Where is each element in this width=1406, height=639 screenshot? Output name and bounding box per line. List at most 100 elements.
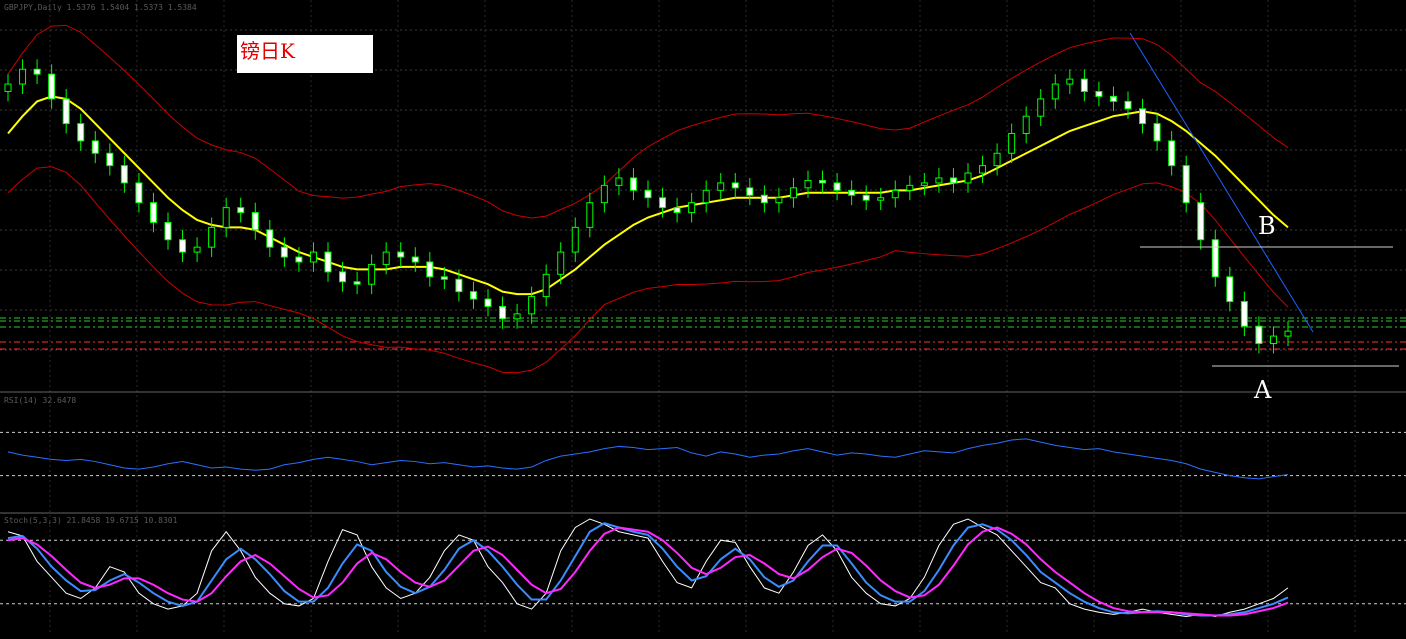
candle-body (135, 182, 143, 204)
chart-canvas[interactable]: GBPJPY,Daily 1.5376 1.5404 1.5373 1.5384… (0, 0, 1406, 639)
trendline (1129, 32, 1314, 333)
candle-body (615, 177, 623, 186)
candle-body (906, 184, 914, 191)
candle-body (62, 98, 70, 125)
annotation-a: A (1254, 376, 1272, 404)
candle-body (702, 189, 710, 204)
candle-body (1240, 301, 1248, 327)
candle-body (717, 182, 725, 191)
candle-body (1095, 90, 1103, 97)
candle-body (295, 256, 303, 263)
candle-body (659, 197, 667, 209)
candle-body (1008, 132, 1016, 154)
annotation-b: B (1258, 212, 1276, 240)
candle-body (1080, 78, 1088, 92)
candle-body (673, 207, 681, 214)
candle-body (804, 179, 812, 189)
candle-body (1168, 140, 1176, 167)
candle-body (19, 68, 27, 85)
candle-body (106, 152, 114, 167)
stoch-fast-line (7, 522, 1289, 617)
candle-body (208, 226, 216, 248)
candle-body (484, 298, 492, 307)
candle-body (542, 273, 550, 298)
stoch-main-line (7, 518, 1289, 618)
candle-body (179, 239, 187, 253)
candle-body (1226, 276, 1234, 303)
candle-body (993, 152, 1001, 167)
candle-body (309, 251, 317, 263)
candle-body (1139, 108, 1147, 125)
candle-body (688, 202, 696, 214)
candle-body (891, 189, 899, 199)
candle-body (1051, 83, 1059, 100)
candle-body (33, 68, 41, 75)
candle-body (819, 179, 827, 184)
candle-body (1037, 98, 1045, 117)
candle-body (862, 194, 870, 201)
candle-body (920, 182, 928, 186)
candle-body (48, 73, 56, 100)
candle-body (469, 291, 477, 300)
candle-body (91, 140, 99, 154)
candle-body (629, 177, 637, 191)
chart-title: 镑日K (237, 35, 373, 73)
candle-body (557, 251, 565, 275)
candle-body (1269, 335, 1277, 345)
candle-body (571, 226, 579, 253)
candle-body (600, 184, 608, 204)
candle-body (120, 165, 128, 184)
candle-body (528, 296, 536, 315)
candle-body (964, 172, 972, 184)
candle-body (251, 212, 259, 231)
candle-body (339, 271, 347, 283)
rsi-line (7, 438, 1289, 480)
main-header-text: GBPJPY,Daily 1.5376 1.5404 1.5373 1.5384 (4, 3, 197, 12)
candle-body (1182, 165, 1190, 204)
candle-body (644, 189, 652, 199)
candle-body (775, 197, 783, 204)
candle-body (499, 305, 507, 320)
candle-body (513, 313, 521, 320)
candle-body (77, 123, 85, 142)
grid-lines (0, 0, 1406, 632)
candle-body (1197, 202, 1205, 241)
candle-body (1109, 95, 1117, 102)
candle-body (760, 194, 768, 204)
stoch-header-text: Stoch(5,3,3) 21.8458 19.6715 10.8301 (4, 516, 178, 525)
candle-body (455, 278, 463, 293)
candle-body (1284, 330, 1292, 337)
candle-body (586, 202, 594, 228)
candle-body (4, 83, 12, 92)
candle-body (789, 187, 797, 199)
candle-body (353, 281, 361, 285)
candle-body (1066, 78, 1074, 85)
rsi-header-text: RSI(14) 32.6478 (4, 396, 77, 405)
candles (4, 59, 1292, 354)
candle-body (266, 229, 274, 248)
candle-body (280, 246, 288, 258)
candle-body (411, 256, 419, 263)
candle-body (731, 182, 739, 189)
candle-body (193, 246, 201, 253)
candle-body (426, 261, 434, 278)
candle-body (1255, 325, 1263, 345)
candle-body (833, 182, 841, 191)
candle-body (397, 251, 405, 258)
candle-body (935, 177, 943, 184)
candle-body (368, 263, 376, 285)
chart-svg (0, 0, 1406, 632)
candle-body (149, 202, 157, 223)
candle-body (877, 197, 885, 201)
candle-body (324, 251, 332, 273)
candle-body (1022, 115, 1030, 134)
candle-body (237, 207, 245, 214)
candle-body (222, 207, 230, 228)
candle-body (382, 251, 390, 265)
candle-body (1211, 239, 1219, 278)
candle-body (1124, 100, 1132, 110)
candle-body (1153, 123, 1161, 142)
candle-body (440, 276, 448, 280)
candle-body (979, 165, 987, 174)
candle-body (746, 187, 754, 196)
